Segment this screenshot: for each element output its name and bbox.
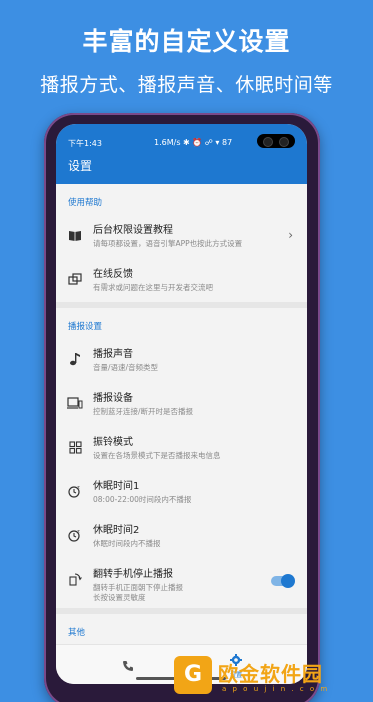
setting-title: 休眠时间2 bbox=[93, 525, 140, 536]
music-note-icon bbox=[67, 352, 83, 366]
sleep-clock-icon: z bbox=[67, 484, 83, 498]
watermark-box: G bbox=[174, 656, 212, 694]
promo-title: 丰富的自定义设置 bbox=[82, 27, 291, 56]
setting-item-sleep-time-1[interactable]: z 休眠时间1 08:00-22:00时间段内不播报 bbox=[56, 470, 307, 514]
svg-text:z: z bbox=[77, 529, 80, 535]
flip-stop-toggle[interactable] bbox=[271, 574, 295, 588]
setting-desc: 音量/语速/音频类型 bbox=[93, 363, 159, 372]
app-bar-title: 设置 bbox=[68, 159, 93, 173]
status-bar: 下午1:43 1.6M/s ✱ ⏰ ☍ ▾ 87 bbox=[56, 124, 307, 156]
setting-desc: 请每项都设置，语音引擎APP也按此方式设置 bbox=[93, 239, 243, 248]
watermark-text: 欧金软件园 bbox=[218, 662, 323, 686]
watermark-url: a p o u j i n . c o m bbox=[222, 685, 330, 693]
setting-desc: 有需求或问题在这里与开发者交流吧 bbox=[93, 283, 213, 292]
setting-desc: 设置在各场景模式下是否播报来电信息 bbox=[93, 451, 221, 460]
book-icon bbox=[67, 228, 83, 242]
setting-item-sleep-time-2[interactable]: z 休眠时间2 休眠时间段内不播报 bbox=[56, 514, 307, 558]
section-label-broadcast: 播报设置 bbox=[68, 322, 103, 332]
setting-desc: 控制蓝牙连接/断开时是否播报 bbox=[93, 407, 194, 416]
setting-title: 在线反馈 bbox=[93, 269, 133, 280]
status-time: 下午1:43 bbox=[68, 139, 102, 148]
setting-title: 播报声音 bbox=[93, 349, 133, 360]
watermark-logo: G 欧金软件园 a p o u j i n . c o m bbox=[174, 656, 364, 698]
setting-item-sound[interactable]: 播报声音 音量/语速/音频类型 bbox=[56, 338, 307, 382]
app-bar: 设置 bbox=[56, 156, 307, 184]
setting-item-feedback[interactable]: 在线反馈 有需求或问题在这里与开发者交流吧 bbox=[56, 258, 307, 302]
section-label-other: 其他 bbox=[68, 628, 86, 638]
grid-icon bbox=[67, 440, 83, 454]
setting-item-device[interactable]: 播报设备 控制蓝牙连接/断开时是否播报 bbox=[56, 382, 307, 426]
setting-title: 播报设备 bbox=[93, 393, 133, 404]
chevron-right-icon: › bbox=[288, 228, 293, 242]
setting-desc: 休眠时间段内不播报 bbox=[93, 539, 161, 548]
devices-icon bbox=[67, 396, 83, 410]
setting-title: 振铃模式 bbox=[93, 437, 133, 448]
phone-icon[interactable] bbox=[122, 657, 134, 676]
setting-item-flip-stop[interactable]: 翻转手机停止播报 翻转手机正面朝下停止播报 长按设置灵敏度 bbox=[56, 558, 307, 608]
setting-desc: 08:00-22:00时间段内不播报 bbox=[93, 495, 192, 504]
feedback-icon bbox=[67, 272, 83, 286]
setting-title: 休眠时间1 bbox=[93, 481, 140, 492]
setting-title: 后台权限设置教程 bbox=[93, 225, 173, 236]
promo-subtitle: 播报方式、播报声音、休眠时间等 bbox=[40, 74, 333, 96]
camera-cutout bbox=[257, 134, 295, 148]
svg-text:z: z bbox=[77, 485, 80, 491]
rotate-icon bbox=[67, 572, 83, 586]
setting-item-ring-mode[interactable]: 振铃模式 设置在各场景模式下是否播报来电信息 bbox=[56, 426, 307, 470]
setting-item-permission-guide[interactable]: 后台权限设置教程 请每项都设置，语音引擎APP也按此方式设置 › bbox=[56, 214, 307, 258]
phone-screen: 下午1:43 1.6M/s ✱ ⏰ ☍ ▾ 87 设置 使用帮助 后台权限设置教… bbox=[56, 124, 307, 684]
section-label-help: 使用帮助 bbox=[68, 198, 103, 208]
setting-title: 翻转手机停止播报 bbox=[93, 569, 173, 580]
sleep-clock-icon: z bbox=[67, 528, 83, 542]
setting-desc-secondary: 长按设置灵敏度 bbox=[93, 593, 146, 602]
settings-list: 使用帮助 后台权限设置教程 请每项都设置，语音引擎APP也按此方式设置 › 在线… bbox=[56, 184, 307, 644]
toggle-knob bbox=[281, 574, 295, 588]
status-indicators: 1.6M/s ✱ ⏰ ☍ ▾ 87 bbox=[154, 138, 233, 147]
